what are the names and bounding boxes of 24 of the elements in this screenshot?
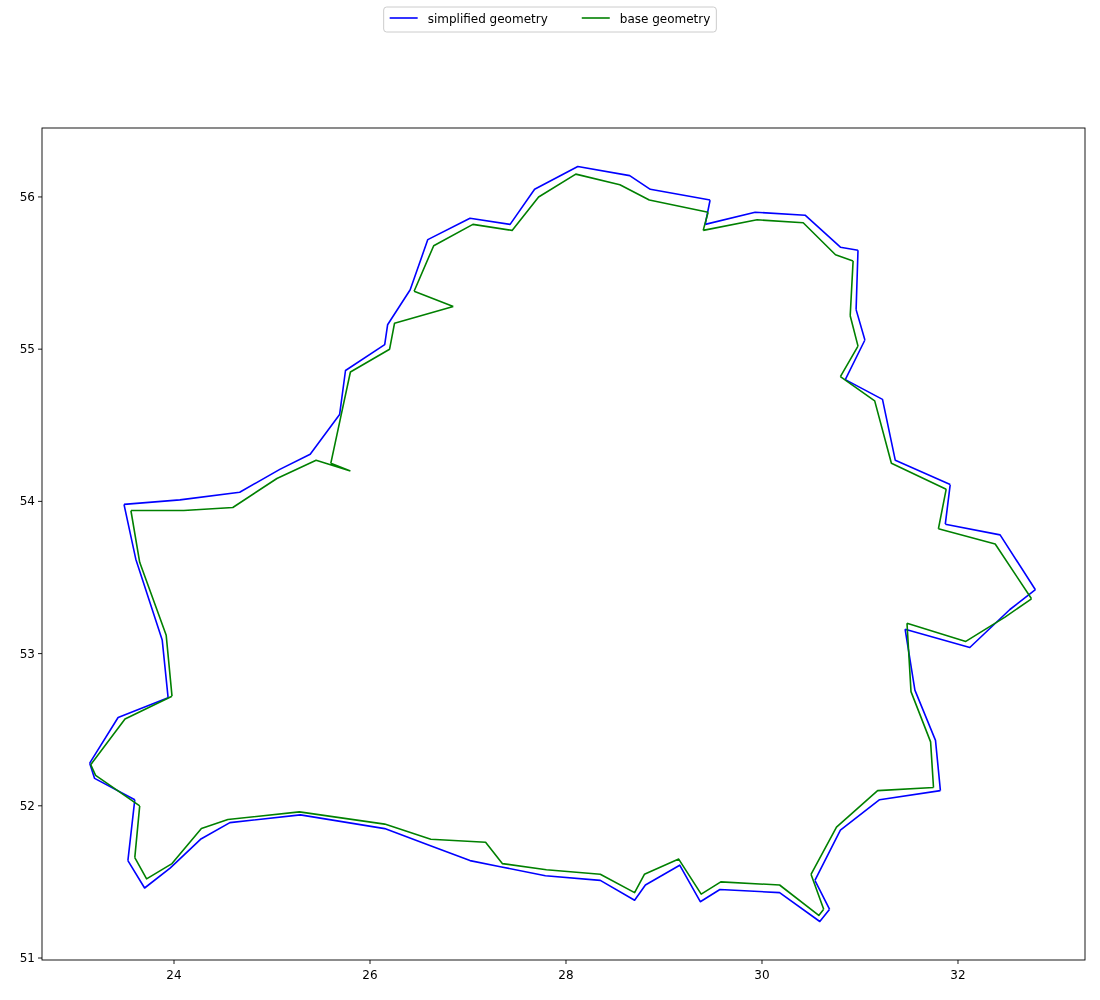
tick-label: 52 — [19, 798, 35, 813]
tick-mark — [37, 500, 43, 502]
tick-mark — [37, 348, 43, 350]
tick-mark — [957, 959, 959, 965]
tick-mark — [37, 653, 43, 655]
tick-mark — [565, 959, 567, 965]
tick-mark — [761, 959, 763, 965]
tick-label: 54 — [19, 494, 35, 509]
tick-label: 55 — [19, 342, 35, 357]
legend-label: simplified geometry — [427, 11, 548, 26]
tick-mark — [37, 957, 43, 959]
tick-mark — [37, 805, 43, 807]
legend-label: base geometry — [619, 11, 711, 26]
tick-mark — [37, 196, 43, 198]
tick-label: 24 — [166, 968, 182, 982]
tick-mark — [173, 959, 175, 965]
tick-label: 26 — [362, 968, 378, 982]
tick-label: 28 — [558, 968, 574, 982]
tick-label: 30 — [754, 968, 770, 982]
tick-label: 53 — [19, 646, 35, 661]
tick-label: 32 — [950, 968, 966, 982]
tick-label: 51 — [19, 951, 35, 965]
tick-label: 56 — [19, 189, 35, 204]
tick-mark — [369, 959, 371, 965]
